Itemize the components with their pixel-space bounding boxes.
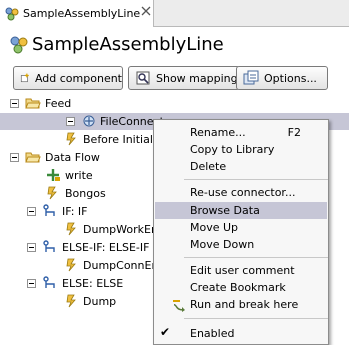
folder-open-icon (25, 152, 41, 163)
menu-item-move-up[interactable]: Move Up (155, 219, 327, 236)
menu-item-copy-to-library[interactable]: Copy to Library (155, 141, 327, 158)
menu-item-create-bookmark[interactable]: Create Bookmark (155, 279, 327, 296)
menu-item-enabled[interactable]: ✔ Enabled (155, 325, 327, 342)
script-hook-icon (66, 294, 76, 308)
menu-item-rename[interactable]: Rename... F2 (155, 124, 327, 141)
assembly-line-icon (10, 36, 28, 53)
menu-item-edit-user-comment[interactable]: Edit user comment (155, 262, 327, 279)
collapse-toggle[interactable] (66, 117, 75, 126)
editor-tab-bar: SampleAssemblyLine (0, 0, 349, 27)
connector-icon (83, 115, 95, 127)
options-icon (243, 70, 259, 85)
close-icon[interactable] (141, 6, 151, 16)
tab-title: SampleAssemblyLine (23, 7, 141, 20)
menu-item-delete[interactable]: Delete (155, 158, 327, 175)
script-hook-icon (66, 132, 76, 146)
menu-item-move-down[interactable]: Move Down (155, 236, 327, 253)
mapping-icon (136, 71, 150, 85)
run-to-line-icon (173, 300, 185, 312)
branch-icon (43, 204, 55, 216)
folder-open-icon (25, 98, 41, 109)
script-hook-icon (66, 222, 76, 236)
collapse-toggle[interactable] (27, 279, 36, 288)
menu-separator (184, 257, 328, 258)
menu-separator (184, 318, 328, 319)
menu-separator (184, 179, 328, 180)
add-component-button[interactable]: Add component (13, 66, 123, 90)
collapse-toggle[interactable] (10, 153, 19, 162)
menu-item-run-and-break-here[interactable]: Run and break here (155, 296, 327, 313)
menu-item-reuse-connector[interactable]: Re-use connector... (155, 184, 327, 201)
branch-icon (43, 240, 55, 252)
editor-title-text: SampleAssemblyLine (32, 34, 224, 55)
script-hook-icon (47, 186, 57, 200)
editor-title: SampleAssemblyLine (10, 34, 224, 55)
collapse-toggle[interactable] (10, 99, 19, 108)
checkmark-icon: ✔ (160, 325, 171, 339)
context-menu: Rename... F2 Copy to Library Delete Re-u… (153, 119, 329, 345)
rename-shortcut: F2 (287, 126, 301, 139)
menu-item-browse-data[interactable]: Browse Data (155, 202, 327, 219)
show-mapping-button[interactable]: Show mapping (128, 66, 240, 90)
add-component-icon (20, 73, 29, 83)
assembly-line-icon (5, 7, 19, 20)
tree-item-feed[interactable]: Feed (0, 95, 349, 112)
branch-icon (43, 276, 55, 288)
options-button[interactable]: Options... (236, 66, 328, 90)
editor-tab[interactable]: SampleAssemblyLine (0, 0, 154, 27)
collapse-toggle[interactable] (27, 207, 36, 216)
attribute-map-icon (47, 169, 60, 181)
script-hook-icon (66, 258, 76, 272)
collapse-toggle[interactable] (27, 243, 36, 252)
